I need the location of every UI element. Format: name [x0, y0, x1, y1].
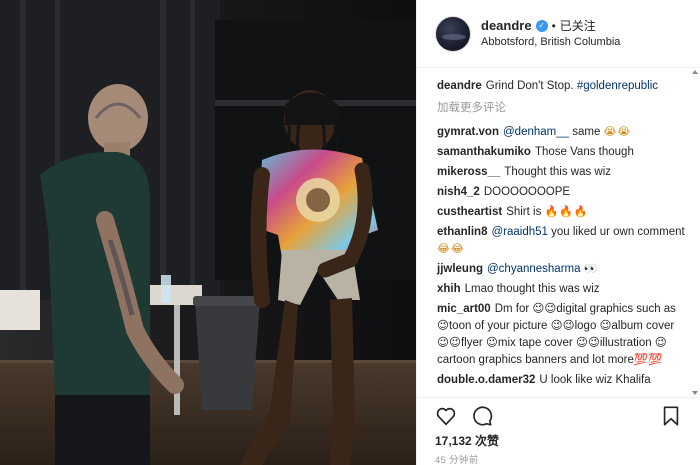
- comment-username[interactable]: gymrat.von: [437, 126, 499, 138]
- comment-username[interactable]: mikeross__: [437, 166, 500, 178]
- comment-item: mic_art00 Dm for 😉😉digital graphics such …: [437, 301, 686, 369]
- comment-text: Thought this was wiz: [504, 166, 612, 178]
- crying-emoji-icon: 😭😭: [603, 126, 632, 138]
- photo-illustration: [0, 0, 416, 465]
- fire-emoji-icon: 🔥🔥🔥: [544, 206, 589, 218]
- comment-icon[interactable]: [471, 405, 493, 427]
- comment-username[interactable]: nish4_2: [437, 186, 480, 198]
- caption: deandre Grind Don't Stop. #goldenrepublic: [437, 78, 686, 95]
- laughing-emoji-icon: 😂😂: [437, 243, 465, 255]
- post-header: deandre ✓ • 已关注 Abbotsford, British Colu…: [417, 0, 700, 68]
- header-row: deandre ✓ • 已关注: [481, 17, 620, 35]
- scroll-up-arrow-icon[interactable]: [692, 70, 698, 74]
- comment-text: Shirt is: [506, 206, 545, 218]
- mention-link[interactable]: @denham__: [503, 126, 569, 138]
- bookmark-icon[interactable]: [660, 405, 682, 427]
- post-side-panel: deandre ✓ • 已关注 Abbotsford, British Colu…: [416, 0, 700, 465]
- comment-username[interactable]: double.o.damer32: [437, 374, 535, 386]
- following-button[interactable]: 已关注: [560, 18, 596, 34]
- comment-item: xhih Lmao thought this was wiz: [437, 281, 686, 298]
- caption-username[interactable]: deandre: [437, 80, 482, 92]
- location-link[interactable]: Abbotsford, British Columbia: [481, 35, 620, 50]
- hashtag-link[interactable]: #goldenrepublic: [577, 80, 658, 92]
- action-icons: [435, 398, 682, 434]
- comment-username[interactable]: samanthakumiko: [437, 146, 531, 158]
- eyes-emoji-icon: 👀: [583, 263, 599, 275]
- comment-item: mikeross__ Thought this was wiz: [437, 164, 686, 181]
- comment-username[interactable]: mic_art00: [437, 303, 491, 315]
- post-header-text: deandre ✓ • 已关注 Abbotsford, British Colu…: [481, 17, 620, 49]
- comment-item: samanthakumiko Those Vans though: [437, 144, 686, 161]
- comment-text: Those Vans though: [534, 146, 634, 158]
- comment-text: Lmao thought this was wiz: [464, 283, 600, 295]
- comments-scrollbar[interactable]: [692, 70, 698, 395]
- load-more-comments-button[interactable]: 加载更多评论: [437, 99, 686, 115]
- comment-username[interactable]: jjwleung: [437, 263, 483, 275]
- comments-list[interactable]: deandre Grind Don't Stop. #goldenrepublic…: [417, 69, 700, 396]
- mention-link[interactable]: @chyannesharma: [487, 263, 581, 275]
- comment-username[interactable]: xhih: [437, 283, 461, 295]
- comment-username[interactable]: custheartist: [437, 206, 502, 218]
- comment-username[interactable]: ethanlin8: [437, 226, 487, 238]
- separator-dot: •: [551, 18, 556, 33]
- comment-item: custheartist Shirt is 🔥🔥🔥: [437, 204, 686, 221]
- comment-item: double.o.damer32 U look like wiz Khalifa: [437, 372, 686, 389]
- comment-item: ethanlin8 @raaidh51 you liked ur own comm…: [437, 224, 686, 258]
- post-timestamp[interactable]: 45 分钟前: [435, 452, 682, 465]
- verified-badge-icon: ✓: [535, 20, 548, 33]
- comment-item: nish4_2 DOOOOOOOPE: [437, 184, 686, 201]
- heart-icon[interactable]: [435, 405, 457, 427]
- comment-item: gymrat.von @denham__ same 😭😭: [437, 124, 686, 141]
- mention-link[interactable]: @raaidh51: [491, 226, 547, 238]
- comment-text: U look like wiz Khalifa: [539, 374, 651, 386]
- comment-text: DOOOOOOOPE: [483, 186, 571, 198]
- post-actions: 17,132 次赞 45 分钟前: [417, 397, 700, 465]
- caption-text: Grind Don't Stop.: [485, 80, 574, 92]
- comment-text: you liked ur own comment: [547, 226, 685, 238]
- likes-count[interactable]: 17,132 次赞: [435, 434, 682, 448]
- comment-text: same: [569, 126, 604, 138]
- scroll-down-arrow-icon[interactable]: [692, 391, 698, 395]
- comment-item: jjwleung @chyannesharma 👀: [437, 261, 686, 278]
- post-photo[interactable]: [0, 0, 416, 465]
- avatar[interactable]: [435, 15, 471, 52]
- header-username[interactable]: deandre: [481, 17, 532, 35]
